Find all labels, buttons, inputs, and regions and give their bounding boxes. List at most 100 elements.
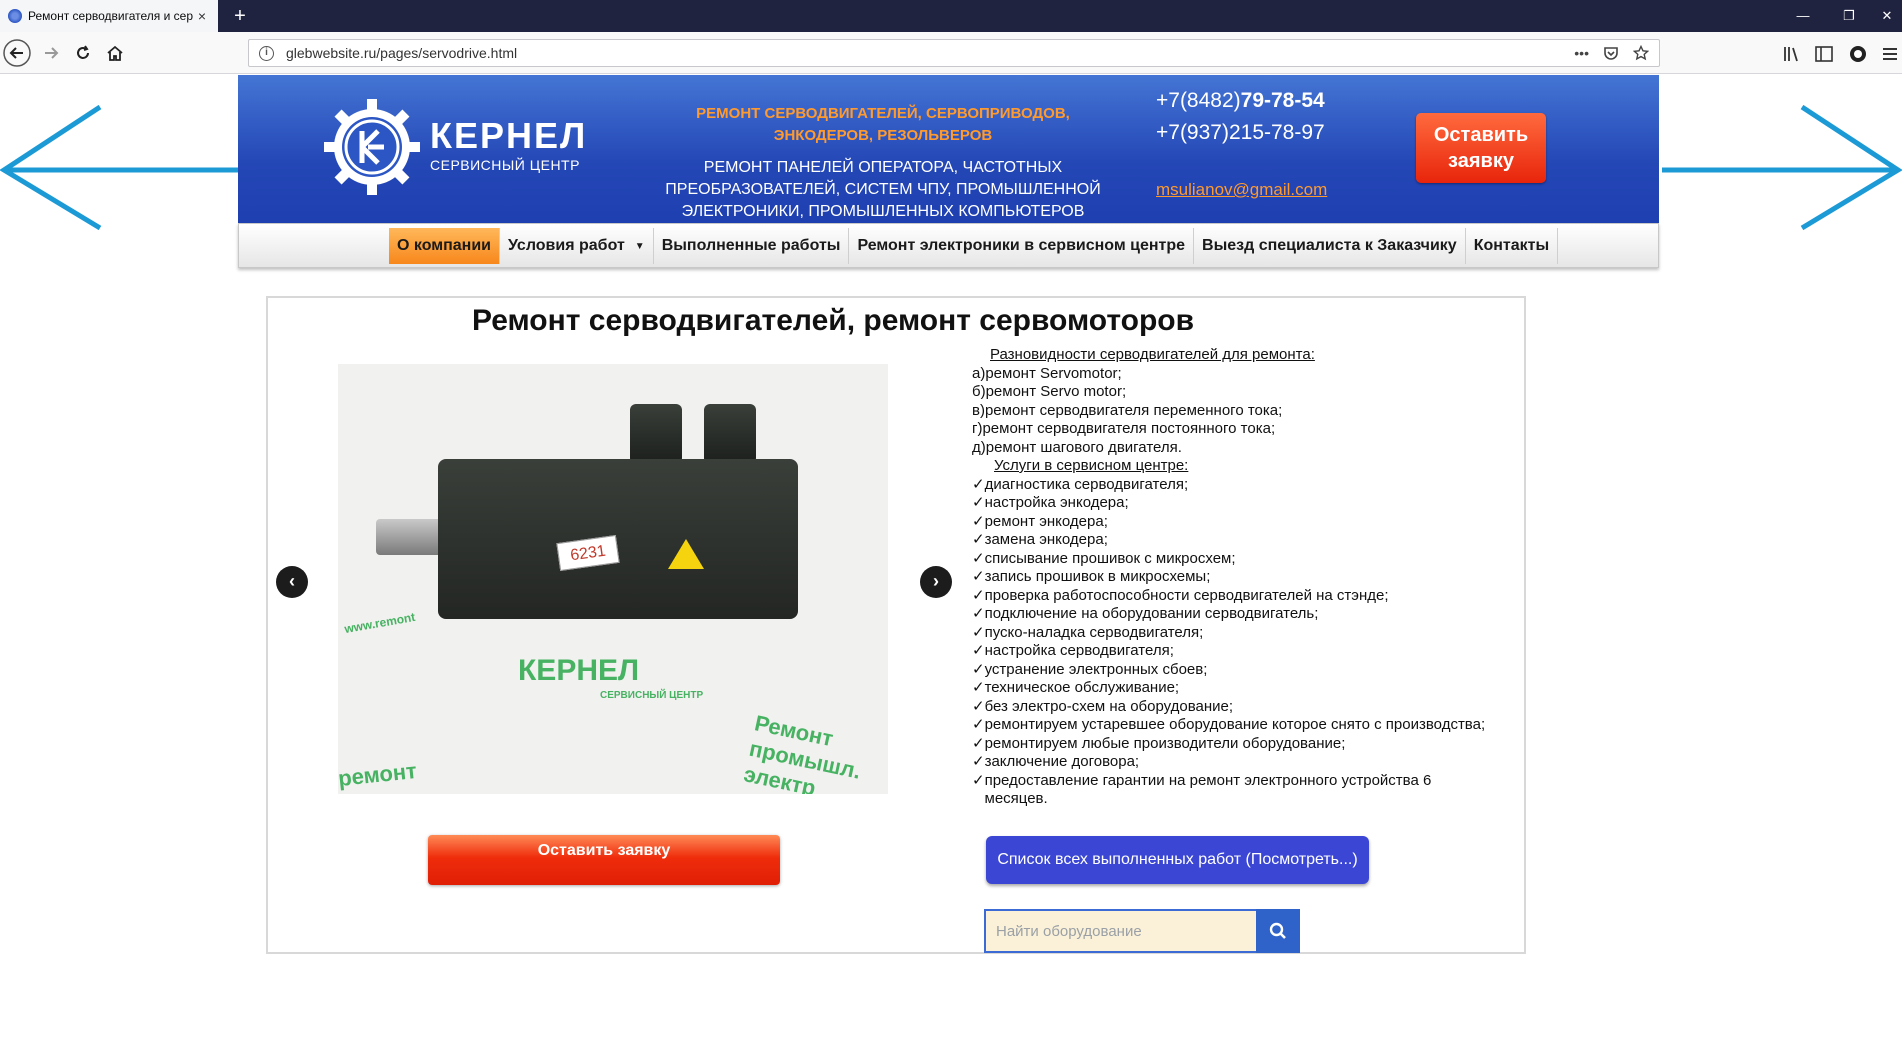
slider-next-button[interactable]: ›	[920, 566, 952, 598]
search-icon	[1269, 922, 1286, 939]
menu-item-specialist-visit[interactable]: Выезд специалиста к Заказчику	[1194, 228, 1466, 264]
service-item: ✓ремонт энкодера;	[972, 512, 1108, 530]
header-request-button[interactable]: Оставить заявку	[1416, 113, 1546, 183]
motor-connector	[630, 404, 682, 464]
service-item: ✓замена энкодера;	[972, 531, 1108, 548]
logo-subtitle: СЕРВИСНЫЙ ЦЕНТР	[430, 157, 580, 173]
menu-item-label: Условия работ	[507, 237, 625, 254]
photo-watermark-logo: КЕРНЕЛ	[518, 654, 640, 687]
menu-item-label: Контакты	[1473, 237, 1550, 254]
main-menu: О компании Условия работ ▼ Выполненные ра…	[238, 223, 1659, 268]
email-link[interactable]: msulianov@gmail.com	[1156, 180, 1327, 200]
phone-2[interactable]: +7(937)215-78-97	[1156, 121, 1325, 145]
account-icon[interactable]	[1848, 44, 1868, 64]
right-page-arrow-icon[interactable]	[1662, 105, 1902, 231]
back-arrow-icon	[3, 39, 31, 67]
reload-button[interactable]	[68, 38, 98, 68]
service-item: ✓проверка работоспособности серводвигате…	[972, 586, 1389, 604]
photo-watermark-text: Ремонт промышл. электр	[741, 710, 864, 794]
header-tagline-orange: РЕМОНТ СЕРВОДВИГАТЕЛЕЙ, СЕРВОПРИВОДОВ, Э…	[696, 105, 1070, 144]
service-item: ✓диагностика серводвигателя;	[972, 475, 1189, 493]
minimize-icon[interactable]: —	[1780, 0, 1826, 32]
motor-shaft	[376, 519, 446, 555]
photo-watermark-text-2: ремонт	[338, 757, 418, 792]
service-item: ✓ремонтируем любые производители оборудо…	[972, 734, 1346, 752]
address-bar[interactable]: i glebwebsite.ru/pages/servodrive.html •…	[248, 39, 1660, 67]
forward-button[interactable]	[36, 38, 66, 68]
photo-watermark-text-3: www.remont	[343, 609, 417, 637]
page-actions-icon[interactable]: •••	[1574, 45, 1589, 61]
caret-down-icon: ▼	[634, 240, 645, 252]
type-item: а)ремонт Servomotor;	[972, 364, 1122, 382]
phone-1[interactable]: +7(8482)79-78-54	[1156, 89, 1325, 113]
search-button[interactable]	[1256, 909, 1300, 953]
menu-item-label: Ремонт электроники в сервисном центре	[857, 237, 1186, 254]
menu-item-label: Выполненные работы	[661, 237, 841, 254]
new-tab-button[interactable]: +	[228, 4, 252, 28]
sidebar-icon[interactable]	[1814, 44, 1834, 64]
service-item: месяцев.	[972, 790, 1048, 807]
services-heading: Услуги в сервисном центре:	[994, 457, 1189, 474]
service-item: ✓списывание прошивок с микросхем;	[972, 549, 1236, 567]
menu-item-about[interactable]: О компании	[389, 228, 500, 264]
service-item: ✓запись прошивок в микросхемы;	[972, 568, 1211, 585]
url-text[interactable]: glebwebsite.ru/pages/servodrive.html	[286, 45, 1574, 61]
page-title: Ремонт серводвигателей, ремонт сервомото…	[471, 304, 1195, 337]
servomotor-photo: КЕРНЕЛ СЕРВИСНЫЙ ЦЕНТР Ремонт промышл. э…	[338, 364, 888, 794]
request-button[interactable]: Оставить заявку	[428, 835, 780, 885]
completed-works-button[interactable]: Список всех выполненных работ (Посмотрет…	[986, 836, 1369, 884]
phone-1-prefix: +7(8482)	[1156, 89, 1241, 112]
menu-item-label: О компании	[397, 237, 491, 254]
menu-item-label: Выезд специалиста к Заказчику	[1202, 237, 1457, 254]
menu-item-completed-works[interactable]: Выполненные работы	[654, 228, 850, 264]
tab-title: Ремонт серводвигателя и сер	[28, 9, 193, 23]
type-item: г)ремонт серводвигателя постоянного тока…	[972, 420, 1276, 437]
logo-name[interactable]: КЕРНЕЛ	[430, 115, 587, 157]
type-item: в)ремонт серводвигателя переменного тока…	[972, 401, 1283, 419]
service-item: ✓ремонтируем устаревшее оборудование кот…	[972, 716, 1486, 733]
services-list: Разновидности серводвигателей для ремонт…	[972, 346, 1532, 809]
forward-arrow-icon	[45, 47, 59, 59]
service-item: ✓предоставление гарантии на ремонт элект…	[972, 771, 1432, 789]
equipment-search	[984, 909, 1300, 955]
menu-hamburger-icon[interactable]	[1880, 44, 1900, 64]
back-button[interactable]	[2, 38, 32, 68]
library-icon[interactable]	[1782, 44, 1802, 64]
home-icon	[107, 45, 123, 61]
type-item: б)ремонт Servo motor;	[972, 383, 1127, 400]
main-content: Ремонт серводвигателей, ремонт сервомото…	[266, 296, 1526, 954]
motor-body	[438, 459, 798, 619]
warning-triangle-icon	[668, 539, 704, 569]
motor-connector	[704, 404, 756, 464]
site-info-icon[interactable]: i	[259, 45, 274, 61]
service-item: ✓настройка энкодера;	[972, 494, 1129, 511]
photo-watermark-sub: СЕРВИСНЫЙ ЦЕНТР	[600, 690, 704, 701]
types-heading: Разновидности серводвигателей для ремонт…	[990, 346, 1315, 363]
equipment-search-input[interactable]	[984, 909, 1256, 953]
browser-tabbar: Ремонт серводвигателя и сер × + — ❐ ✕	[0, 0, 1902, 32]
bookmark-star-icon[interactable]	[1633, 45, 1649, 61]
kernel-gear-logo-icon[interactable]	[322, 97, 422, 197]
browser-navbar: i glebwebsite.ru/pages/servodrive.html •…	[0, 32, 1902, 74]
tab-close-icon[interactable]: ×	[194, 8, 210, 24]
service-item: ✓пуско-наладка серводвигателя;	[972, 623, 1204, 641]
left-page-arrow-icon[interactable]	[0, 105, 240, 231]
pocket-icon[interactable]	[1603, 45, 1619, 61]
menu-item-terms[interactable]: Условия работ ▼	[500, 228, 654, 264]
service-item: ✓заключение договора;	[972, 753, 1140, 770]
home-button[interactable]	[100, 38, 130, 68]
menu-item-repair-service-center[interactable]: Ремонт электроники в сервисном центре	[849, 228, 1195, 264]
service-item: ✓без электро-схем на оборудование;	[972, 697, 1234, 715]
browser-tab[interactable]: Ремонт серводвигателя и сер ×	[0, 0, 218, 32]
slider-prev-button[interactable]: ‹	[276, 566, 308, 598]
close-window-icon[interactable]: ✕	[1864, 0, 1902, 32]
service-item: ✓настройка серводвигателя;	[972, 642, 1174, 659]
type-item: д)ремонт шагового двигателя.	[972, 438, 1182, 456]
service-item: ✓устранение электронных сбоев;	[972, 660, 1208, 678]
reload-icon	[77, 45, 89, 59]
service-item: ✓подключение на оборудовании серводвигат…	[972, 605, 1319, 622]
header-tagline-white: РЕМОНТ ПАНЕЛЕЙ ОПЕРАТОРА, ЧАСТОТНЫХ ПРЕО…	[665, 159, 1101, 220]
phone-1-number: 79-78-54	[1240, 89, 1325, 112]
menu-item-contacts[interactable]: Контакты	[1466, 228, 1559, 264]
service-item: ✓техническое обслуживание;	[972, 679, 1180, 696]
